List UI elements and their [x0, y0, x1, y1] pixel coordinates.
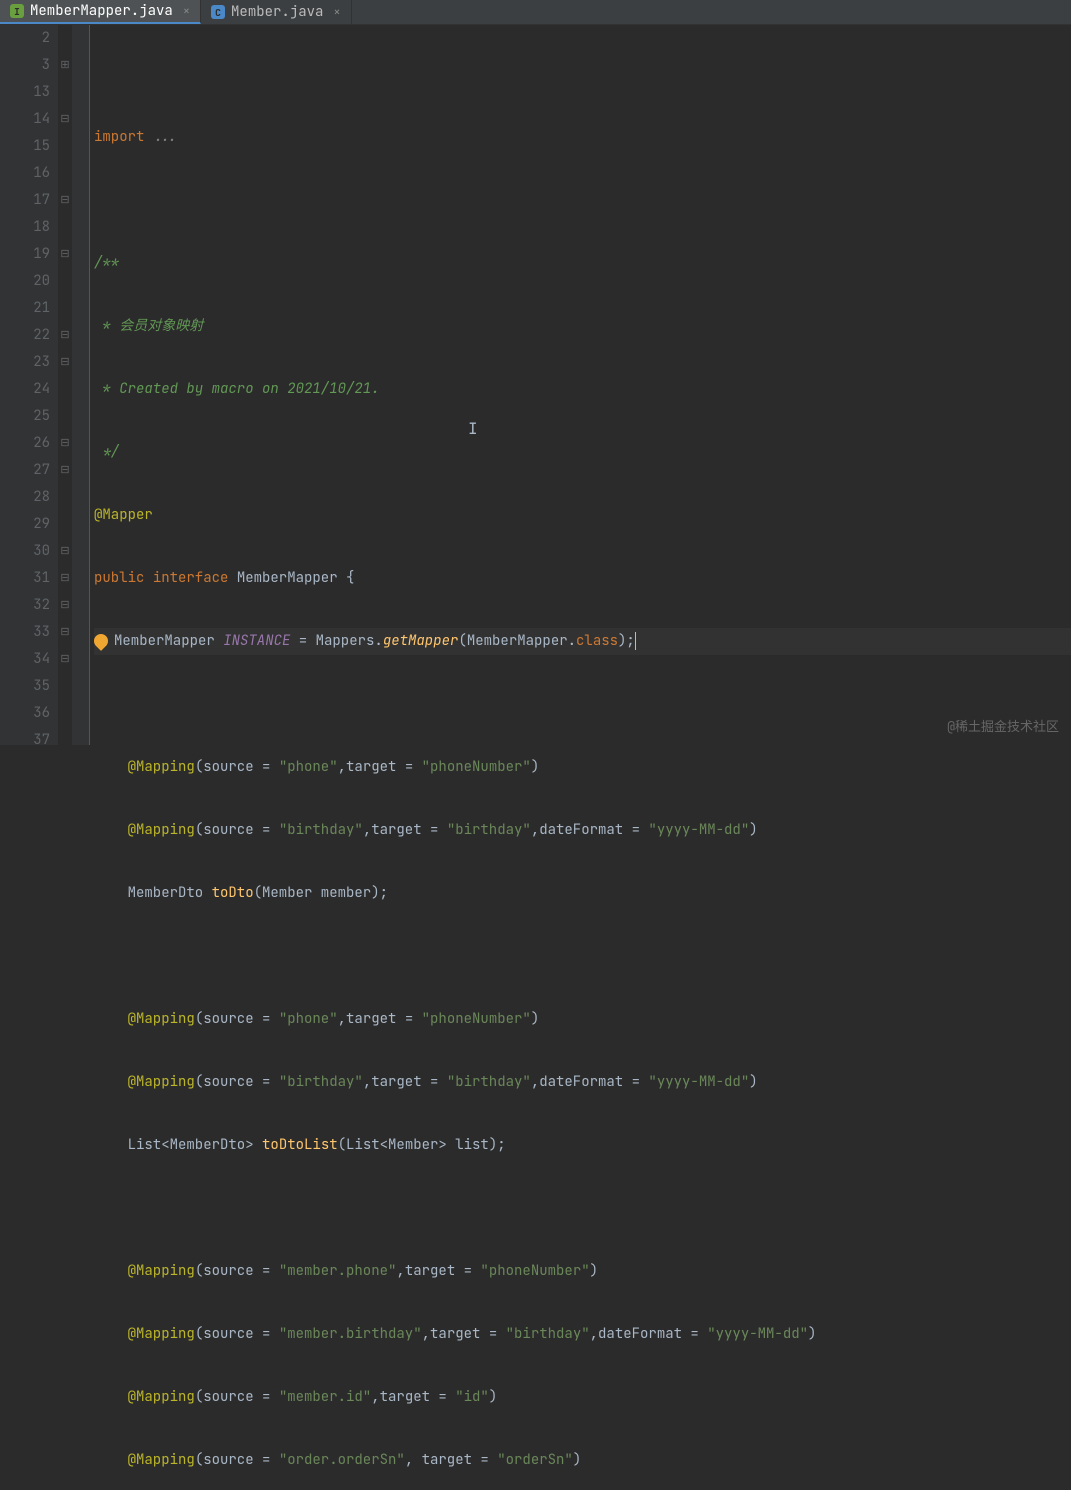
interface-icon: I	[10, 4, 24, 18]
fold-toggle[interactable]: ⊟	[58, 430, 72, 457]
javadoc: */	[94, 439, 1071, 466]
close-icon[interactable]: ×	[333, 4, 340, 20]
fold-toggle[interactable]: ⊟	[58, 241, 72, 268]
fold-toggle[interactable]: ⊟	[58, 322, 72, 349]
fold-gutter: ⊞ ⊟ ⊟ ⊟ ⊟ ⊟ ⊟ ⊟ ⊟ ⊟ ⊟ ⊟ ⊟	[58, 25, 72, 745]
close-icon[interactable]: ×	[183, 3, 190, 19]
fold-toggle[interactable]: ⊟	[58, 646, 72, 673]
line-number-gutter: 2 3 13 14 15 16 17 18 19 20 21 22 23 24 …	[0, 25, 58, 745]
fold-toggle[interactable]: ⊟	[58, 187, 72, 214]
fold-toggle[interactable]: ⊟	[58, 106, 72, 133]
fold-toggle[interactable]: ⊟	[58, 565, 72, 592]
editor-tabs: I MemberMapper.java × C Member.java ×	[0, 0, 1071, 25]
tab-member[interactable]: C Member.java ×	[201, 0, 352, 24]
code-editor[interactable]: 2 3 13 14 15 16 17 18 19 20 21 22 23 24 …	[0, 25, 1071, 745]
fold-toggle[interactable]: ⊞	[58, 52, 72, 79]
annotation-gutter	[72, 25, 90, 745]
fold-toggle[interactable]: ⊟	[58, 619, 72, 646]
fold-toggle[interactable]: ⊟	[58, 592, 72, 619]
text-caret	[635, 632, 636, 650]
javadoc: * 会员对象映射	[94, 313, 1071, 340]
tab-membermapper[interactable]: I MemberMapper.java ×	[0, 0, 201, 24]
intention-bulb-icon[interactable]	[91, 631, 111, 651]
fold-toggle[interactable]: ⊟	[58, 538, 72, 565]
fold-toggle[interactable]: ⊟	[58, 349, 72, 376]
i-beam-cursor-icon: I	[468, 418, 478, 439]
javadoc: * Created by macro on 2021/10/21.	[94, 376, 1071, 403]
tab-label: Member.java	[231, 3, 323, 21]
tab-label: MemberMapper.java	[30, 2, 173, 20]
class-icon: C	[211, 5, 225, 19]
code-area[interactable]: import ... /** * 会员对象映射 * Created by mac…	[90, 25, 1071, 745]
watermark-text: @稀土掘金技术社区	[947, 716, 1059, 735]
javadoc: /**	[94, 250, 1071, 277]
fold-toggle[interactable]: ⊟	[58, 457, 72, 484]
